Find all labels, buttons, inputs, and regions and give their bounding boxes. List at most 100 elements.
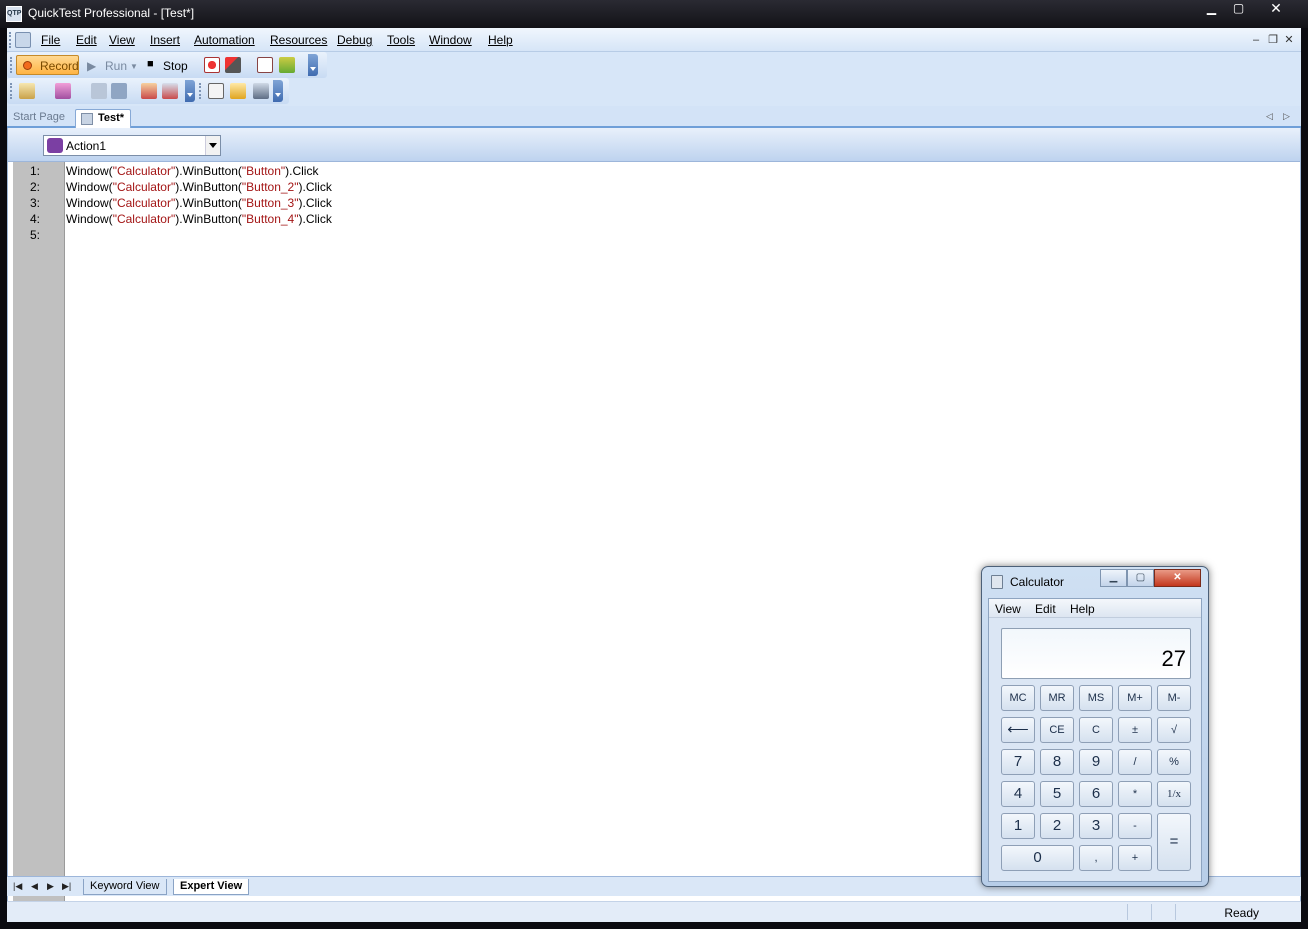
key-percent[interactable]: %: [1157, 749, 1191, 775]
key-7[interactable]: 7: [1001, 749, 1035, 775]
code-line[interactable]: Window("Calculator").WinButton("Button_2…: [66, 180, 332, 194]
calc-minimize-icon[interactable]: ▁: [1100, 569, 1127, 587]
menu-file[interactable]: File: [41, 33, 60, 47]
key-5[interactable]: 5: [1040, 781, 1074, 807]
key-subtract[interactable]: -: [1118, 813, 1152, 839]
folder-icon[interactable]: [230, 83, 246, 99]
key-add[interactable]: +: [1118, 845, 1152, 871]
calc-menu-view[interactable]: View: [995, 602, 1021, 616]
menu-resources[interactable]: Resources: [270, 33, 327, 47]
key-9[interactable]: 9: [1079, 749, 1113, 775]
results-icon[interactable]: [257, 57, 273, 73]
output-value-icon[interactable]: [111, 83, 127, 99]
key-multiply[interactable]: *: [1118, 781, 1152, 807]
key-3[interactable]: 3: [1079, 813, 1113, 839]
tab-keyword-view[interactable]: Keyword View: [83, 879, 167, 895]
key-divide[interactable]: /: [1118, 749, 1152, 775]
toolbar-grip[interactable]: [10, 57, 13, 73]
key-mc[interactable]: MC: [1001, 685, 1035, 711]
code-token: ).WinButton(: [175, 164, 242, 178]
mdi-close-icon[interactable]: ✕: [1283, 34, 1295, 46]
key-m-plus[interactable]: M+: [1118, 685, 1152, 711]
mdi-restore-icon[interactable]: ❐: [1267, 34, 1279, 46]
chevron-down-icon[interactable]: [205, 136, 220, 155]
menu-automation[interactable]: Automation: [194, 33, 255, 47]
menu-tools[interactable]: Tools: [387, 33, 415, 47]
display-value: 27: [1161, 646, 1186, 671]
key-equals[interactable]: =: [1157, 813, 1191, 871]
key-0[interactable]: 0: [1001, 845, 1074, 871]
object-spy-icon[interactable]: [225, 57, 241, 73]
key-ms[interactable]: MS: [1079, 685, 1113, 711]
tab-expert-view[interactable]: Expert View: [173, 879, 250, 895]
first-tab-icon[interactable]: |◀: [13, 881, 22, 892]
tab-test[interactable]: Test*: [75, 109, 132, 128]
step-out-icon[interactable]: [162, 83, 178, 99]
menubar-grip[interactable]: [9, 32, 12, 48]
mdi-minimize-icon[interactable]: –: [1250, 34, 1262, 46]
key-plus-minus[interactable]: ±: [1118, 717, 1152, 743]
calc-maximize-icon[interactable]: ▢: [1127, 569, 1154, 587]
key-mr[interactable]: MR: [1040, 685, 1074, 711]
key-2[interactable]: 2: [1040, 813, 1074, 839]
menu-view[interactable]: View: [109, 33, 135, 47]
run-dropdown-icon[interactable]: ▼: [130, 62, 138, 71]
code-token: ).Click: [285, 164, 319, 178]
record-button[interactable]: Record: [16, 55, 79, 75]
key-m-minus[interactable]: M-: [1157, 685, 1191, 711]
tab-scroll-right-icon[interactable]: ▷: [1283, 111, 1290, 122]
calc-menu-help[interactable]: Help: [1070, 602, 1095, 616]
code-token: ).Click: [298, 212, 332, 226]
stop-icon: ■: [147, 58, 154, 70]
key-ce[interactable]: CE: [1040, 717, 1074, 743]
action-icon: [47, 138, 63, 153]
list-icon[interactable]: [208, 83, 224, 99]
record-options-icon[interactable]: [204, 57, 220, 73]
stop-button[interactable]: Stop: [163, 59, 188, 73]
step-into-icon[interactable]: [141, 83, 157, 99]
minimize-icon[interactable]: ▁: [1198, 0, 1225, 18]
code-line[interactable]: Window("Calculator").WinButton("Button")…: [66, 164, 318, 178]
action-select[interactable]: Action1: [43, 135, 221, 156]
key-8[interactable]: 8: [1040, 749, 1074, 775]
menu-window[interactable]: Window: [429, 33, 472, 47]
new-icon[interactable]: [19, 83, 35, 99]
maximize-icon[interactable]: ▢: [1225, 0, 1252, 18]
key-decimal[interactable]: ,: [1079, 845, 1113, 871]
object-repository-icon[interactable]: [253, 83, 269, 99]
code-line[interactable]: Window("Calculator").WinButton("Button_3…: [66, 196, 332, 210]
key-6[interactable]: 6: [1079, 781, 1113, 807]
code-line[interactable]: Window("Calculator").WinButton("Button_4…: [66, 212, 332, 226]
calculator-icon: [991, 575, 1003, 589]
key-reciprocal[interactable]: 1/x: [1157, 781, 1191, 807]
line-number: 3:: [29, 196, 40, 210]
close-icon[interactable]: ✕: [1258, 0, 1294, 18]
key-c[interactable]: C: [1079, 717, 1113, 743]
prev-tab-icon[interactable]: ◀: [31, 881, 38, 892]
run-button[interactable]: Run: [105, 59, 127, 73]
key-4[interactable]: 4: [1001, 781, 1035, 807]
toolbar-overflow-icon[interactable]: [308, 54, 318, 76]
menu-help[interactable]: Help: [488, 33, 513, 47]
menu-edit[interactable]: Edit: [76, 33, 97, 47]
key-sqrt[interactable]: √: [1157, 717, 1191, 743]
menu-debug[interactable]: Debug: [337, 33, 372, 47]
document-icon[interactable]: [15, 32, 31, 48]
last-tab-icon[interactable]: ▶|: [62, 881, 71, 892]
key-1[interactable]: 1: [1001, 813, 1035, 839]
next-tab-icon[interactable]: ▶: [47, 881, 54, 892]
menu-insert[interactable]: Insert: [150, 33, 180, 47]
toolbar-overflow-3-icon[interactable]: [273, 80, 283, 102]
tab-start-page[interactable]: Start Page: [7, 109, 71, 128]
run-icon: ▶: [87, 59, 97, 73]
insert-step-icon[interactable]: [55, 83, 71, 99]
key-backspace[interactable]: ⟵: [1001, 717, 1035, 743]
calc-close-icon[interactable]: ✕: [1154, 569, 1201, 587]
toolbar-grip-3[interactable]: [199, 83, 202, 99]
checkpoint-icon[interactable]: [91, 83, 107, 99]
settings-icon[interactable]: [279, 57, 295, 73]
calc-menu-edit[interactable]: Edit: [1035, 602, 1056, 616]
toolbar-overflow-2-icon[interactable]: [185, 80, 195, 102]
tab-scroll-left-icon[interactable]: ◁: [1266, 111, 1273, 122]
toolbar-grip-2[interactable]: [10, 83, 13, 99]
